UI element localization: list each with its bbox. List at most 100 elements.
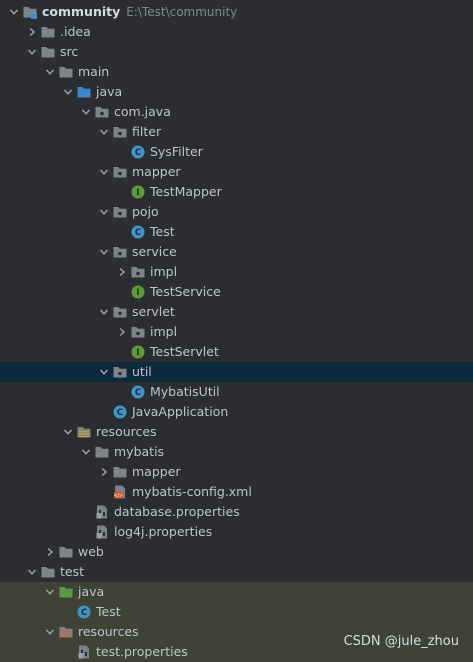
tree-node-label: main: [78, 64, 110, 79]
tree-node-com-java[interactable]: com.java: [0, 102, 473, 122]
test-source-folder-icon: [58, 584, 74, 600]
chevron-down-icon[interactable]: [78, 102, 94, 122]
tree-node-label: .idea: [60, 24, 91, 39]
properties-file-icon: [94, 504, 110, 520]
svg-text:</>: </>: [114, 493, 124, 499]
chevron-down-icon[interactable]: [42, 622, 58, 642]
tree-node-label: MybatisUtil: [150, 384, 220, 399]
tree-node-mapper[interactable]: mapper: [0, 162, 473, 182]
tree-node-testservlet[interactable]: I TestServlet: [0, 342, 473, 362]
chevron-down-icon[interactable]: [78, 442, 94, 462]
tree-node-label: TestService: [150, 284, 221, 299]
chevron-down-icon[interactable]: [42, 62, 58, 82]
package-icon: [112, 244, 128, 260]
tree-node-main[interactable]: main: [0, 62, 473, 82]
tree-node-impl[interactable]: impl: [0, 322, 473, 342]
folder-icon: [112, 464, 128, 480]
tree-node-community[interactable]: community E:\Test\community: [0, 2, 473, 22]
tree-node-util[interactable]: util: [0, 362, 473, 382]
tree-node-label: mapper: [132, 464, 181, 479]
tree-node-mybatisutil[interactable]: C MybatisUtil: [0, 382, 473, 402]
package-icon: [130, 324, 146, 340]
chevron-down-icon[interactable]: [96, 122, 112, 142]
tree-node-test[interactable]: test: [0, 562, 473, 582]
folder-icon: [40, 24, 56, 40]
tree-node-mybatis[interactable]: mybatis: [0, 442, 473, 462]
tree-node-web[interactable]: web: [0, 542, 473, 562]
chevron-down-icon[interactable]: [6, 2, 22, 22]
tree-node-mybatis-config-xml[interactable]: </> mybatis-config.xml: [0, 482, 473, 502]
tree-node-label: TestServlet: [150, 344, 219, 359]
tree-node-test[interactable]: C Test: [0, 602, 473, 622]
tree-node-label: log4j.properties: [114, 524, 213, 539]
folder-icon: [40, 44, 56, 60]
chevron-right-icon[interactable]: [114, 262, 130, 282]
chevron-down-icon[interactable]: [24, 562, 40, 582]
package-icon: [130, 264, 146, 280]
tree-node-database-properties[interactable]: database.properties: [0, 502, 473, 522]
chevron-down-icon[interactable]: [96, 242, 112, 262]
class-icon: C: [130, 384, 146, 400]
chevron-down-icon[interactable]: [60, 82, 76, 102]
svg-text:C: C: [135, 228, 141, 238]
tree-node-sysfilter[interactable]: C SysFilter: [0, 142, 473, 162]
tree-node-label: Test: [150, 224, 175, 239]
package-icon: [112, 204, 128, 220]
source-folder-icon: [76, 84, 92, 100]
tree-node-label: src: [60, 44, 79, 59]
chevron-down-icon[interactable]: [60, 422, 76, 442]
tree-node-test[interactable]: C Test: [0, 222, 473, 242]
tree-node-label: JavaApplication: [132, 404, 229, 419]
folder-icon: [40, 564, 56, 580]
tree-node-resources[interactable]: resources: [0, 422, 473, 442]
chevron-down-icon[interactable]: [96, 362, 112, 382]
tree-node-label: test: [60, 564, 85, 579]
chevron-down-icon[interactable]: [96, 202, 112, 222]
chevron-down-icon[interactable]: [96, 162, 112, 182]
chevron-right-icon[interactable]: [42, 542, 58, 562]
tree-node-label: resources: [96, 424, 157, 439]
chevron-right-icon[interactable]: [96, 462, 112, 482]
tree-node-mapper[interactable]: mapper: [0, 462, 473, 482]
tree-node-log4j-properties[interactable]: log4j.properties: [0, 522, 473, 542]
tree-node-filter[interactable]: filter: [0, 122, 473, 142]
interface-icon: I: [130, 184, 146, 200]
properties-file-icon: [94, 524, 110, 540]
tree-node-label: java: [96, 84, 123, 99]
chevron-right-icon[interactable]: [114, 322, 130, 342]
module-folder-icon: [22, 4, 38, 20]
tree-node-servlet[interactable]: servlet: [0, 302, 473, 322]
tree-node-pojo[interactable]: pojo: [0, 202, 473, 222]
tree-node-label: resources: [78, 624, 139, 639]
folder-icon: [94, 444, 110, 460]
module-path: E:\Test\community: [126, 5, 238, 19]
tree-node-impl[interactable]: impl: [0, 262, 473, 282]
chevron-right-icon[interactable]: [24, 22, 40, 42]
tree-node-java[interactable]: java: [0, 582, 473, 602]
tree-node-label: TestMapper: [150, 184, 222, 199]
tree-node-testmapper[interactable]: I TestMapper: [0, 182, 473, 202]
tree-node-src[interactable]: src: [0, 42, 473, 62]
svg-text:I: I: [136, 288, 139, 298]
tree-node-label: impl: [150, 264, 178, 279]
tree-node-label: servlet: [132, 304, 175, 319]
svg-text:C: C: [135, 148, 141, 158]
svg-text:I: I: [136, 188, 139, 198]
tree-node-label: impl: [150, 324, 178, 339]
chevron-down-icon[interactable]: [42, 582, 58, 602]
tree-node-testservice[interactable]: I TestService: [0, 282, 473, 302]
chevron-down-icon[interactable]: [96, 302, 112, 322]
chevron-down-icon[interactable]: [24, 42, 40, 62]
tree-node-javaapplication[interactable]: C JavaApplication: [0, 402, 473, 422]
tree-node-label: SysFilter: [150, 144, 203, 159]
tree-node-idea[interactable]: .idea: [0, 22, 473, 42]
interface-icon: I: [130, 344, 146, 360]
tree-node-service[interactable]: service: [0, 242, 473, 262]
package-icon: [94, 104, 110, 120]
tree-node-java[interactable]: java: [0, 82, 473, 102]
